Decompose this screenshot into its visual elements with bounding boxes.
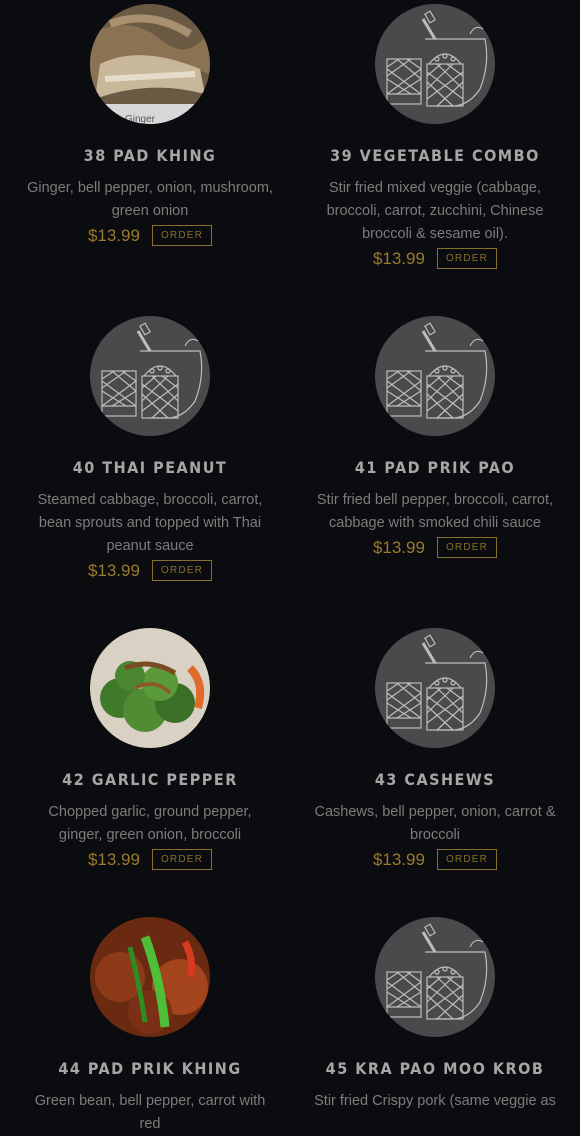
item-name: 41 PAD PRIK PAO (354, 458, 516, 477)
menu-item-45: 45 KRA PAO MOO KROB Stir fried Crispy po… (290, 917, 580, 1113)
pad-khing-photo[interactable]: Ginger (90, 4, 210, 124)
item-description: Green bean, bell pepper, carrot with red (34, 1093, 266, 1132)
item-name: 44 PAD PRIK KHING (58, 1059, 242, 1078)
pad-prik-khing-photo[interactable] (90, 917, 210, 1037)
item-name: 43 CASHEWS (374, 770, 496, 789)
menu-item-41: 41 PAD PRIK PAO Stir fried bell pepper, … (290, 316, 580, 558)
item-description: Stir fried bell pepper, broccoli, carrot… (316, 492, 554, 531)
item-price: $13.99 (87, 225, 140, 245)
menu-item-44: 44 PAD PRIK KHING Green bean, bell peppe… (5, 917, 295, 1136)
placeholder-food-icon[interactable] (375, 316, 495, 436)
item-price: $13.99 (372, 849, 425, 869)
menu-item-42: 42 GARLIC PEPPER Chopped garlic, ground … (5, 628, 295, 870)
order-button[interactable]: ORDER (436, 537, 498, 558)
item-description: Steamed cabbage, broccoli, carrot, bean … (37, 492, 263, 554)
placeholder-food-icon[interactable] (375, 917, 495, 1037)
item-price: $13.99 (372, 248, 425, 268)
item-name: 39 VEGETABLE COMBO (330, 146, 540, 165)
menu-item-39: 39 VEGETABLE COMBO Stir fried mixed vegg… (290, 4, 580, 269)
image-caption: Ginger (125, 114, 156, 124)
order-button[interactable]: ORDER (436, 248, 498, 269)
item-price: $13.99 (372, 537, 425, 557)
item-description: Stir fried Crispy pork (same veggie as (314, 1093, 556, 1109)
item-name: 42 GARLIC PEPPER (62, 770, 238, 789)
item-name: 38 PAD KHING (83, 146, 217, 165)
item-description: Ginger, bell pepper, onion, mushroom, gr… (27, 180, 273, 219)
item-description: Cashews, bell pepper, onion, carrot & br… (314, 804, 556, 843)
menu-item-43: 43 CASHEWS Cashews, bell pepper, onion, … (290, 628, 580, 870)
item-description: Chopped garlic, ground pepper, ginger, g… (48, 804, 252, 843)
garlic-pepper-photo[interactable] (90, 628, 210, 748)
item-name: 40 THAI PEANUT (72, 458, 228, 477)
item-price: $13.99 (87, 849, 140, 869)
placeholder-food-icon[interactable] (375, 4, 495, 124)
menu-item-40: 40 THAI PEANUT Steamed cabbage, broccoli… (5, 316, 295, 581)
item-description: Stir fried mixed veggie (cabbage, brocco… (326, 180, 544, 242)
placeholder-food-icon[interactable] (375, 628, 495, 748)
order-button[interactable]: ORDER (436, 849, 498, 870)
item-name: 45 KRA PAO MOO KROB (325, 1059, 545, 1078)
menu-item-38: Ginger 38 PAD KHING Ginger, bell pepper,… (5, 4, 295, 246)
order-button[interactable]: ORDER (151, 225, 213, 246)
order-button[interactable]: ORDER (151, 560, 213, 581)
item-price: $13.99 (87, 560, 140, 580)
placeholder-food-icon[interactable] (90, 316, 210, 436)
order-button[interactable]: ORDER (151, 849, 213, 870)
